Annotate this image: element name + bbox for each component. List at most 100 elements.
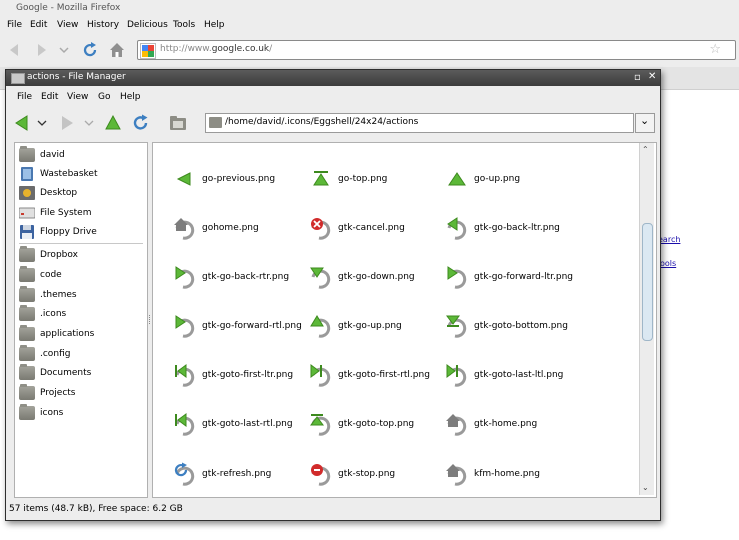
folder-icon bbox=[19, 305, 35, 321]
url-bar[interactable]: http://www.google.co.uk/ ☆ bbox=[137, 40, 736, 60]
forward-icon[interactable] bbox=[32, 41, 50, 59]
sidebar-item-themes[interactable]: .themes bbox=[19, 286, 145, 305]
maximize-icon[interactable]: ▫ bbox=[634, 72, 641, 83]
folder-icon bbox=[19, 384, 35, 400]
fm-menu-go[interactable]: Go bbox=[98, 92, 110, 102]
file-name: gtk-go-forward-rtl.png bbox=[202, 321, 302, 331]
sidebar-item-label: .icons bbox=[40, 309, 67, 319]
forward-history-dropdown-icon[interactable] bbox=[83, 113, 95, 133]
location-folder-icon bbox=[209, 117, 222, 128]
file-name: go-previous.png bbox=[202, 174, 276, 184]
home-icon bbox=[446, 414, 467, 436]
close-icon[interactable]: ✕ bbox=[648, 71, 656, 82]
vertical-scrollbar[interactable]: ⌃ ⌄ bbox=[639, 143, 654, 495]
ff-menu-help[interactable]: Help bbox=[204, 20, 225, 30]
scroll-down-icon[interactable]: ⌄ bbox=[642, 483, 649, 492]
parent-folder-icon[interactable] bbox=[103, 113, 123, 133]
undo-first-icon bbox=[175, 413, 195, 436]
file-icon-view: go-previous.png go-top.png go-up.png gohome… bbox=[152, 142, 657, 498]
home-icon[interactable] bbox=[108, 41, 126, 59]
undo-down-icon bbox=[310, 267, 331, 289]
undo-last-icon bbox=[310, 364, 331, 387]
sidebar-item-label: Projects bbox=[40, 388, 76, 398]
ff-menu-file[interactable]: File bbox=[7, 20, 22, 30]
desktop-icon bbox=[19, 186, 35, 200]
sidebar-item-wastebasket[interactable]: Wastebasket bbox=[19, 166, 145, 184]
scrollbar-thumb[interactable] bbox=[642, 223, 653, 341]
back-icon[interactable] bbox=[6, 41, 24, 59]
sidebar-item-projects[interactable]: Projects bbox=[19, 384, 145, 403]
sidebar: david Wastebasket Desktop File System Fl… bbox=[14, 142, 148, 498]
refresh-icon bbox=[174, 462, 195, 486]
sidebar-item-documents[interactable]: Documents bbox=[19, 364, 145, 383]
url-text: http://www.google.co.uk/ bbox=[160, 44, 272, 54]
sidebar-item-floppy[interactable]: Floppy Drive bbox=[19, 224, 145, 242]
ff-menu-tools[interactable]: Tools bbox=[173, 20, 195, 30]
arrow-top-icon bbox=[313, 171, 329, 186]
file-name: gtk-go-back-ltr.png bbox=[474, 223, 560, 233]
sidebar-item-desktop[interactable]: Desktop bbox=[19, 185, 145, 203]
forward-icon[interactable] bbox=[57, 113, 77, 133]
file-name: gtk-goto-last-ltl.png bbox=[474, 370, 564, 380]
file-name: go-top.png bbox=[338, 174, 388, 184]
floppy-icon bbox=[20, 225, 34, 239]
sidebar-item-label: Wastebasket bbox=[40, 169, 98, 179]
ff-menu-view[interactable]: View bbox=[57, 20, 78, 30]
sidebar-item-label: .themes bbox=[40, 290, 77, 300]
folder-icon bbox=[19, 325, 35, 341]
home-icon bbox=[174, 218, 195, 240]
sidebar-item-config[interactable]: .config bbox=[19, 345, 145, 364]
undo-up-icon bbox=[310, 315, 331, 338]
arrow-left-icon bbox=[176, 172, 191, 186]
back-history-dropdown-icon[interactable] bbox=[36, 113, 48, 133]
location-dropdown-button[interactable] bbox=[635, 113, 655, 133]
file-name: gtk-goto-bottom.png bbox=[474, 321, 568, 331]
google-favicon-icon bbox=[140, 43, 156, 59]
ff-menu-delicious[interactable]: Delicious bbox=[127, 20, 168, 30]
url-domain: google.co.uk bbox=[211, 44, 270, 54]
fm-menu-help[interactable]: Help bbox=[120, 92, 141, 102]
file-name: gtk-goto-first-ltr.png bbox=[202, 370, 294, 380]
open-terminal-folder-icon[interactable] bbox=[168, 113, 188, 133]
file-name: gtk-home.png bbox=[474, 419, 538, 429]
file-name: kfm-home.png bbox=[474, 469, 540, 479]
ff-menu-edit[interactable]: Edit bbox=[30, 20, 47, 30]
scroll-up-icon[interactable]: ⌃ bbox=[642, 145, 649, 154]
history-dropdown-icon[interactable] bbox=[58, 41, 70, 59]
sidebar-item-david[interactable]: david bbox=[19, 146, 145, 165]
reload-icon[interactable] bbox=[81, 41, 99, 59]
tools-link[interactable]: ools bbox=[660, 259, 676, 268]
home-folder-icon bbox=[19, 146, 35, 162]
refresh-icon[interactable] bbox=[131, 113, 151, 133]
sidebar-item-dropbox[interactable]: Dropbox bbox=[19, 246, 145, 265]
url-suffix: / bbox=[269, 44, 273, 54]
hard-drive-icon bbox=[19, 207, 35, 219]
file-manager-window: actions - File Manager ▫ ✕ File Edit Vie… bbox=[5, 69, 661, 521]
sidebar-item-code[interactable]: code bbox=[19, 266, 145, 285]
fm-menu-view[interactable]: View bbox=[67, 92, 88, 102]
ff-menu-history[interactable]: History bbox=[87, 20, 119, 30]
sidebar-item-label: applications bbox=[40, 329, 95, 339]
back-icon[interactable] bbox=[12, 113, 32, 133]
sidebar-separator bbox=[19, 243, 143, 244]
file-name: go-up.png bbox=[474, 174, 521, 184]
sidebar-item-file-system[interactable]: File System bbox=[19, 205, 145, 223]
sidebar-item-applications[interactable]: applications bbox=[19, 325, 145, 344]
folder-icon bbox=[19, 404, 35, 420]
sidebar-item-label: File System bbox=[40, 208, 92, 218]
fm-menu-edit[interactable]: Edit bbox=[41, 92, 58, 102]
firefox-title-bar: Google - Mozilla Firefox bbox=[0, 0, 739, 19]
undo-top-icon bbox=[310, 414, 331, 436]
file-name: gtk-go-back-rtr.png bbox=[202, 272, 290, 282]
fm-menu-file[interactable]: File bbox=[17, 92, 32, 102]
undo-last-icon bbox=[446, 364, 467, 387]
sidebar-item-icons[interactable]: icons bbox=[19, 404, 145, 423]
file-name: gtk-cancel.png bbox=[338, 223, 405, 233]
search-link[interactable]: earch bbox=[658, 235, 680, 244]
arrow-up-icon bbox=[448, 172, 466, 186]
sidebar-item-label: Floppy Drive bbox=[40, 227, 97, 237]
undo-right-icon bbox=[175, 266, 195, 289]
bookmark-star-icon[interactable]: ☆ bbox=[709, 42, 721, 57]
sidebar-item-icons-hidden[interactable]: .icons bbox=[19, 305, 145, 324]
location-bar[interactable]: /home/david/.icons/Eggshell/24x24/action… bbox=[205, 113, 634, 133]
